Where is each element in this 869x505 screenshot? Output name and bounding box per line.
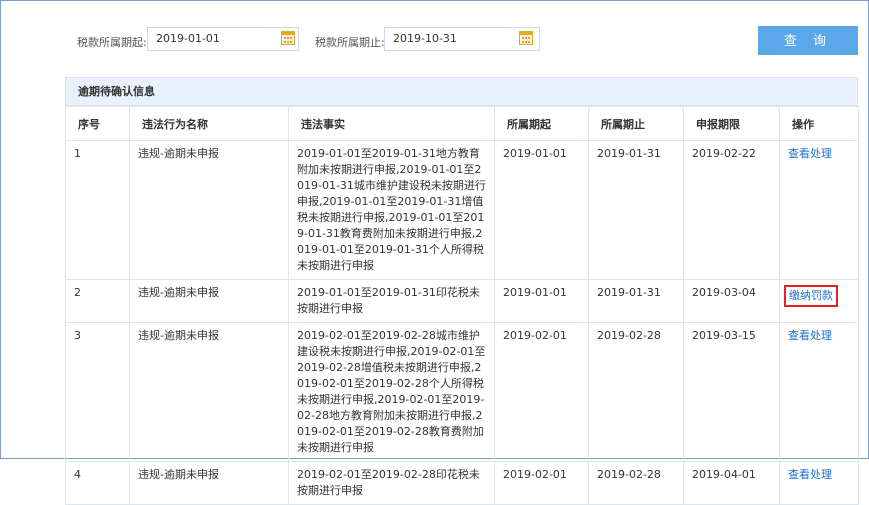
cell-deadline: 2019-03-04 <box>683 279 780 323</box>
view-handle-link[interactable]: 查看处理 <box>788 147 832 160</box>
cell-period-end: 2019-01-31 <box>588 279 684 323</box>
section-title: 逾期待确认信息 <box>65 77 858 106</box>
end-period-value: 2019-10-31 <box>393 32 457 45</box>
header-deadline: 申报期限 <box>683 106 780 141</box>
table-header-row: 序号 违法行为名称 违法事实 所属期起 所属期止 申报期限 操作 <box>65 106 859 141</box>
cell-index: 3 <box>65 322 130 462</box>
cell-period-start: 2019-02-01 <box>494 322 589 462</box>
filter-bar: 税款所属期起: 2019-01-01 税款所属期止: 2019-10-31 查 … <box>1 1 868 71</box>
header-index: 序号 <box>65 106 130 141</box>
table-row: 1 违规-逾期未申报 2019-01-01至2019-01-31地方教育附加未按… <box>65 140 859 280</box>
cell-action: 查看处理 <box>779 461 859 505</box>
start-period-value: 2019-01-01 <box>156 32 220 45</box>
header-violation-name: 违法行为名称 <box>129 106 289 141</box>
cell-violation-name: 违规-逾期未申报 <box>129 322 289 462</box>
start-period-label: 税款所属期起: <box>77 36 147 49</box>
cell-violation-name: 违规-逾期未申报 <box>129 140 289 280</box>
header-period-end: 所属期止 <box>588 106 684 141</box>
end-period-input[interactable]: 2019-10-31 <box>384 27 540 51</box>
cell-period-end: 2019-02-28 <box>588 461 684 505</box>
view-handle-link[interactable]: 查看处理 <box>788 329 832 342</box>
cell-index: 2 <box>65 279 130 323</box>
cell-violation-name: 违规-逾期未申报 <box>129 461 289 505</box>
header-action: 操作 <box>779 106 859 141</box>
cell-period-start: 2019-02-01 <box>494 461 589 505</box>
cell-index: 1 <box>65 140 130 280</box>
cell-violation-fact: 2019-02-01至2019-02-28城市维护建设税未按期进行申报,2019… <box>288 322 495 462</box>
cell-period-start: 2019-01-01 <box>494 279 589 323</box>
cell-period-start: 2019-01-01 <box>494 140 589 280</box>
cell-action: 查看处理 <box>779 140 859 280</box>
start-period-input[interactable]: 2019-01-01 <box>147 27 299 51</box>
calendar-icon[interactable] <box>519 31 533 45</box>
cell-violation-fact: 2019-02-01至2019-02-28印花税未按期进行申报 <box>288 461 495 505</box>
view-handle-link[interactable]: 查看处理 <box>788 468 832 481</box>
cell-period-end: 2019-01-31 <box>588 140 684 280</box>
cell-period-end: 2019-02-28 <box>588 322 684 462</box>
table-row: 3 违规-逾期未申报 2019-02-01至2019-02-28城市维护建设税未… <box>65 322 859 462</box>
cell-violation-name: 违规-逾期未申报 <box>129 279 289 323</box>
header-violation-fact: 违法事实 <box>288 106 495 141</box>
overdue-table: 序号 违法行为名称 违法事实 所属期起 所属期止 申报期限 操作 1 违规-逾期… <box>65 106 859 505</box>
table-row: 4 违规-逾期未申报 2019-02-01至2019-02-28印花税未按期进行… <box>65 461 859 505</box>
query-button[interactable]: 查 询 <box>758 26 858 55</box>
end-period-label: 税款所属期止: <box>315 36 385 49</box>
cell-violation-fact: 2019-01-01至2019-01-31地方教育附加未按期进行申报,2019-… <box>288 140 495 280</box>
window-frame: 税款所属期起: 2019-01-01 税款所属期止: 2019-10-31 查 … <box>0 0 869 505</box>
cell-index: 4 <box>65 461 130 505</box>
cell-violation-fact: 2019-01-01至2019-01-31印花税未按期进行申报 <box>288 279 495 323</box>
calendar-icon[interactable] <box>281 31 295 45</box>
cell-deadline: 2019-02-22 <box>683 140 780 280</box>
cell-action: 缴纳罚款 <box>779 279 859 323</box>
pay-fine-link[interactable]: 缴纳罚款 <box>784 285 838 307</box>
cell-deadline: 2019-04-01 <box>683 461 780 505</box>
cell-deadline: 2019-03-15 <box>683 322 780 462</box>
header-period-start: 所属期起 <box>494 106 589 141</box>
table-row: 2 违规-逾期未申报 2019-01-01至2019-01-31印花税未按期进行… <box>65 279 859 323</box>
cell-action: 查看处理 <box>779 322 859 462</box>
